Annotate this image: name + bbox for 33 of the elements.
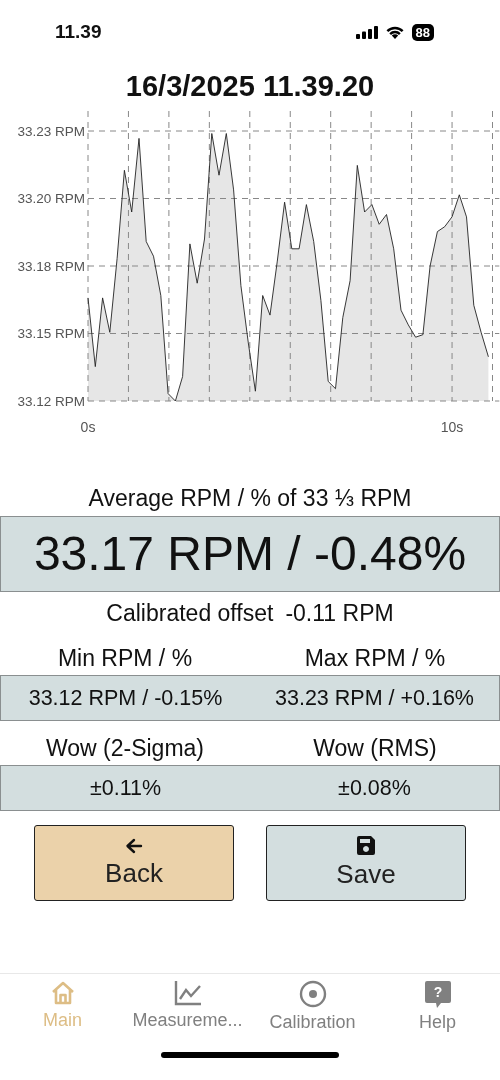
wifi-icon xyxy=(384,25,405,39)
save-button[interactable]: Save xyxy=(266,825,466,901)
axis-label: 33.23 RPM xyxy=(17,123,85,139)
stat-value: 33.23 RPM / +0.16% xyxy=(274,685,475,712)
line-chart-icon xyxy=(173,980,202,1006)
offset-label: Calibrated offset xyxy=(106,599,274,628)
arrow-left-icon xyxy=(125,837,143,854)
status-time: 11.39 xyxy=(55,21,102,43)
tab-item[interactable]: Calibration xyxy=(250,974,375,1044)
tab-item[interactable]: ? Help xyxy=(375,974,500,1044)
stat-value: ±0.08% xyxy=(337,775,412,802)
back-button[interactable]: Back xyxy=(34,825,234,901)
average-label: Average RPM / % of 33 ⅓ RPM xyxy=(87,484,413,512)
target-icon xyxy=(298,980,327,1008)
stat-label: Min RPM / % xyxy=(56,644,194,673)
average-value: 33.17 RPM / -0.48% xyxy=(0,516,500,592)
tab-item[interactable]: Measureme... xyxy=(125,974,250,1044)
axis-label: 33.15 RPM xyxy=(17,326,85,342)
stat-value: ±0.11% xyxy=(88,775,163,802)
axis-label: 10s xyxy=(440,419,464,435)
help-icon: ? xyxy=(423,980,452,1008)
stat-value: 33.12 RPM / -0.15% xyxy=(27,685,224,712)
stat-label: Wow (RMS) xyxy=(312,734,438,763)
date-time-title: 16/3/2025 11.39.20 xyxy=(124,69,376,104)
axis-label: 0s xyxy=(80,419,96,435)
axis-label: 33.20 RPM xyxy=(17,191,85,207)
battery-indicator: 88 xyxy=(411,23,434,41)
stat-label: Wow (2-Sigma) xyxy=(44,734,205,763)
signal-icon xyxy=(355,25,378,39)
axis-label: 33.12 RPM xyxy=(17,393,85,409)
offset-value: -0.11 RPM xyxy=(285,599,394,628)
stat-label: Max RPM / % xyxy=(303,644,447,673)
axis-label: 33.18 RPM xyxy=(17,258,85,274)
